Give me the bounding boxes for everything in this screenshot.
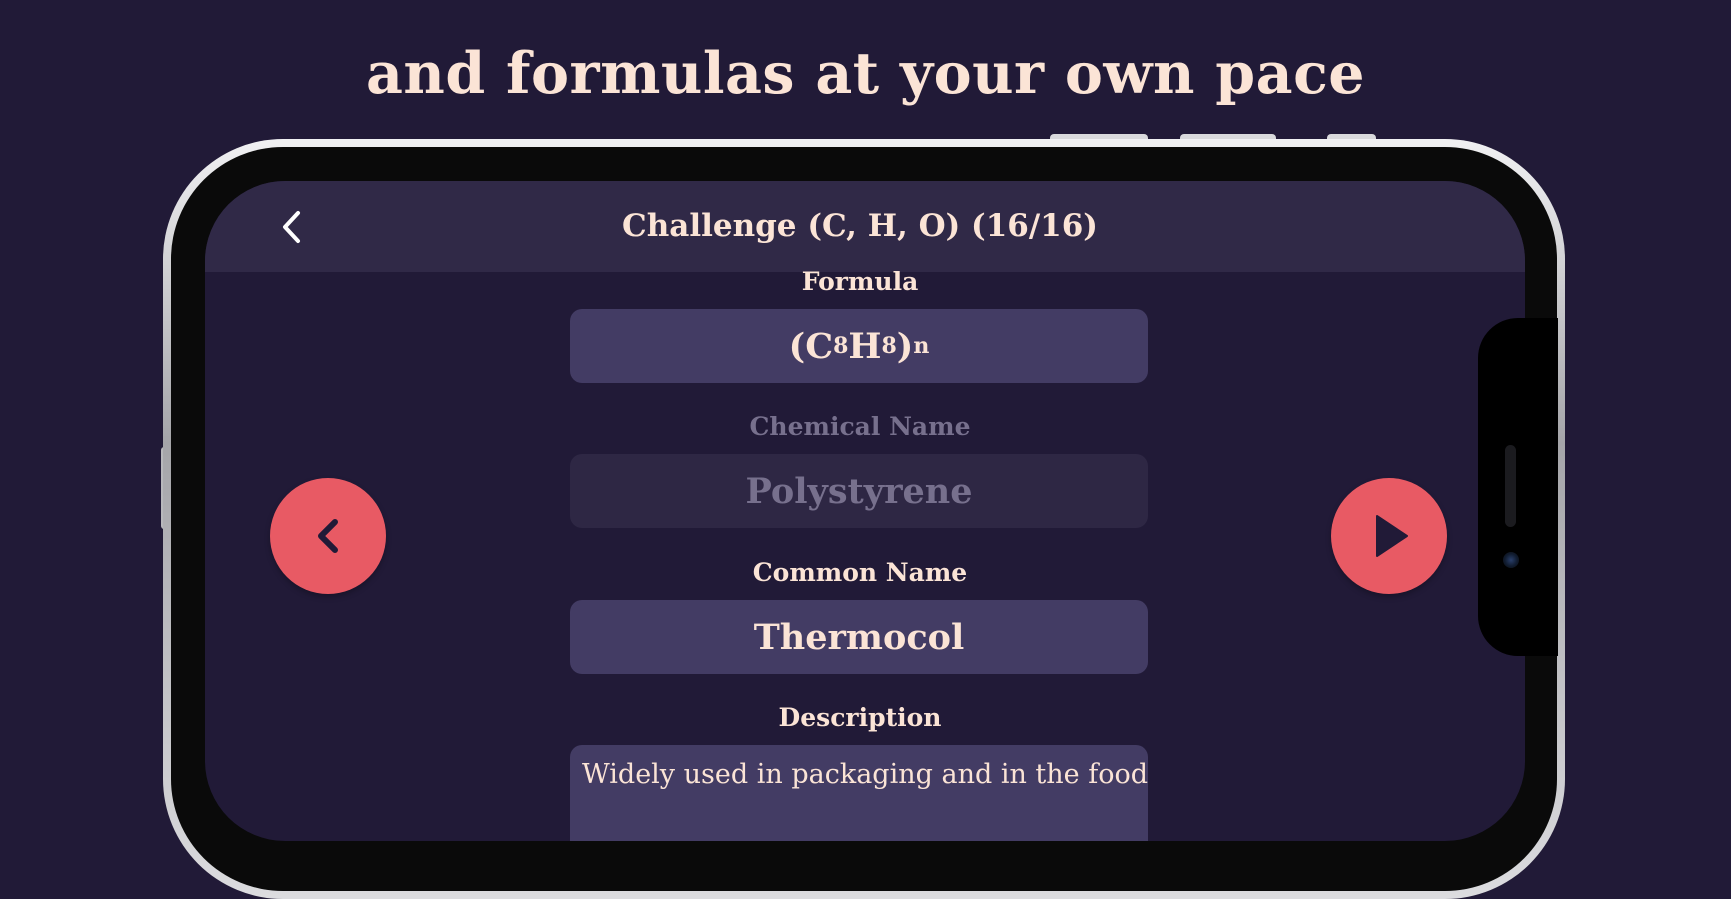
common-name-field[interactable]: Thermocol xyxy=(570,600,1148,674)
play-icon xyxy=(1376,515,1408,557)
app-screen: Challenge (C, H, O) (16/16) Formula (C 8 H… xyxy=(205,181,1525,841)
app-header: Challenge (C, H, O) (16/16) xyxy=(205,181,1525,272)
description-field: Widely used in packaging and in the food… xyxy=(570,745,1148,841)
phone-notch xyxy=(1478,318,1558,656)
formula-subscript: 8 xyxy=(881,333,897,359)
chemical-name-label: Chemical Name xyxy=(749,412,971,441)
phone-speaker xyxy=(1505,445,1516,527)
chemical-name-field[interactable]: Polystyrene xyxy=(570,454,1148,528)
chevron-left-icon xyxy=(318,519,338,553)
formula-subscript: n xyxy=(913,333,930,359)
page-title: Challenge (C, H, O) (16/16) xyxy=(622,208,1098,244)
common-name-label: Common Name xyxy=(752,558,968,587)
previous-button[interactable] xyxy=(270,478,386,594)
description-label: Description xyxy=(778,703,942,732)
formula-subscript: 8 xyxy=(833,333,849,359)
formula-part: (C xyxy=(788,325,834,367)
chevron-left-icon xyxy=(283,211,300,243)
next-button[interactable] xyxy=(1331,478,1447,594)
phone-camera xyxy=(1503,552,1519,568)
formula-label: Formula xyxy=(801,267,919,296)
formula-part: ) xyxy=(896,325,914,367)
formula-part: H xyxy=(848,325,882,367)
back-button[interactable] xyxy=(267,203,315,251)
promo-headline: and formulas at your own pace xyxy=(365,40,1366,107)
formula-field: (C 8 H 8) n xyxy=(570,309,1148,383)
